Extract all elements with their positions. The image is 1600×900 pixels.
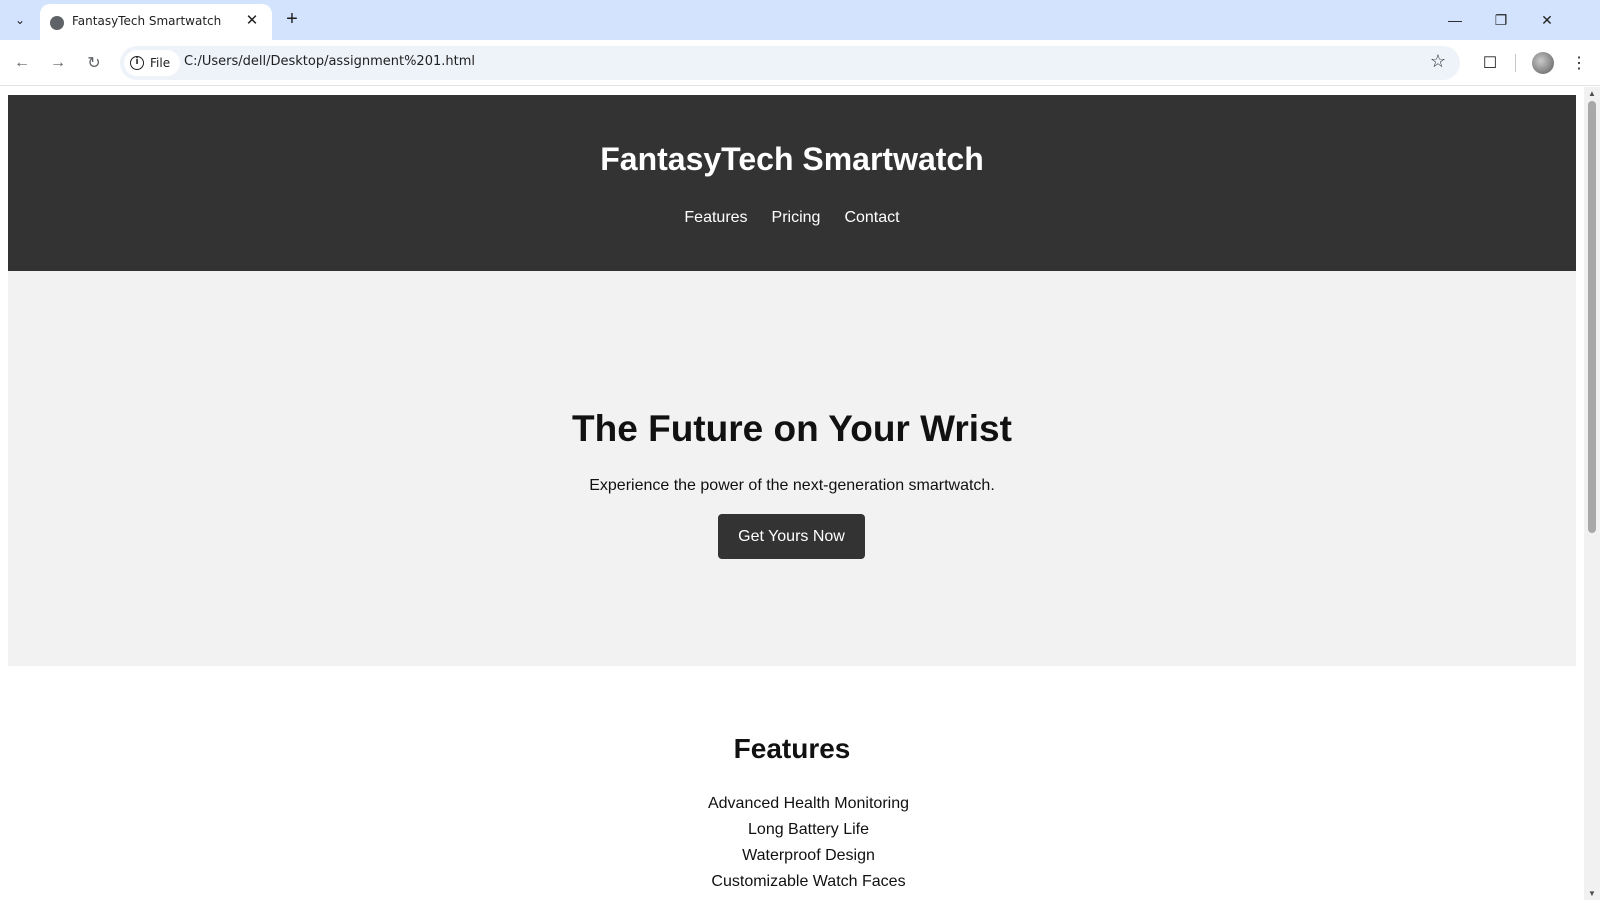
- tab-strip: ⌄ FantasyTech Smartwatch ✕ + — ❐ ✕: [0, 0, 1600, 40]
- profile-avatar[interactable]: [1532, 52, 1554, 74]
- page-viewport: FantasyTech Smartwatch Features Pricing …: [0, 87, 1584, 900]
- hero-subheading: Experience the power of the next-generat…: [589, 477, 995, 494]
- features-list: Advanced Health Monitoring Long Battery …: [8, 791, 1584, 895]
- hero-section: The Future on Your Wrist Experience the …: [8, 271, 1576, 666]
- url-text[interactable]: C:/Users/dell/Desktop/assignment%201.htm…: [184, 54, 475, 69]
- list-item: Waterproof Design: [742, 847, 875, 864]
- hero-heading: The Future on Your Wrist: [572, 408, 1012, 449]
- window-close-icon[interactable]: ✕: [1524, 0, 1570, 40]
- vertical-scrollbar[interactable]: ▲ ▼: [1584, 87, 1600, 900]
- bookmark-star-icon[interactable]: ☆: [1430, 51, 1446, 72]
- tab-title: FantasyTech Smartwatch: [72, 14, 222, 28]
- nav-link-contact[interactable]: Contact: [844, 209, 899, 227]
- nav-link-features[interactable]: Features: [684, 209, 747, 227]
- get-yours-now-button[interactable]: Get Yours Now: [718, 514, 865, 559]
- toolbar-divider: [1515, 54, 1516, 72]
- site-info-chip[interactable]: i File: [124, 50, 181, 76]
- back-arrow-icon[interactable]: ←: [8, 49, 36, 77]
- extensions-icon[interactable]: ☐: [1477, 50, 1503, 76]
- forward-arrow-icon[interactable]: →: [44, 49, 72, 77]
- scroll-up-arrow-icon[interactable]: ▲: [1587, 89, 1597, 98]
- scroll-down-arrow-icon[interactable]: ▼: [1587, 889, 1597, 898]
- nav-link-pricing[interactable]: Pricing: [772, 209, 821, 227]
- list-item: Long Battery Life: [748, 821, 869, 838]
- minimize-icon[interactable]: —: [1432, 0, 1478, 40]
- tab-search-chevron-down-icon[interactable]: ⌄: [8, 8, 32, 32]
- site-title: FantasyTech Smartwatch: [600, 141, 984, 177]
- list-item: Advanced Health Monitoring: [707, 795, 909, 812]
- new-tab-plus-icon[interactable]: +: [280, 8, 304, 32]
- site-nav: Features Pricing Contact: [8, 209, 1576, 227]
- address-bar[interactable]: i File C:/Users/dell/Desktop/assignment%…: [120, 46, 1460, 80]
- close-icon[interactable]: ✕: [242, 11, 262, 31]
- scrollbar-thumb[interactable]: [1588, 101, 1596, 533]
- globe-icon: [50, 16, 64, 30]
- features-heading: Features: [733, 733, 851, 764]
- menu-kebab-icon[interactable]: ⋮: [1566, 50, 1592, 76]
- reload-icon[interactable]: ↻: [80, 49, 108, 77]
- list-item: Customizable Watch Faces: [711, 873, 906, 890]
- restore-icon[interactable]: ❐: [1478, 0, 1524, 40]
- browser-toolbar: ← → ↻ i File C:/Users/dell/Desktop/assig…: [0, 40, 1600, 86]
- site-info-label: File: [150, 56, 171, 70]
- browser-tab[interactable]: FantasyTech Smartwatch ✕: [40, 4, 272, 40]
- site-header: FantasyTech Smartwatch Features Pricing …: [8, 95, 1576, 271]
- info-icon: i: [130, 56, 144, 70]
